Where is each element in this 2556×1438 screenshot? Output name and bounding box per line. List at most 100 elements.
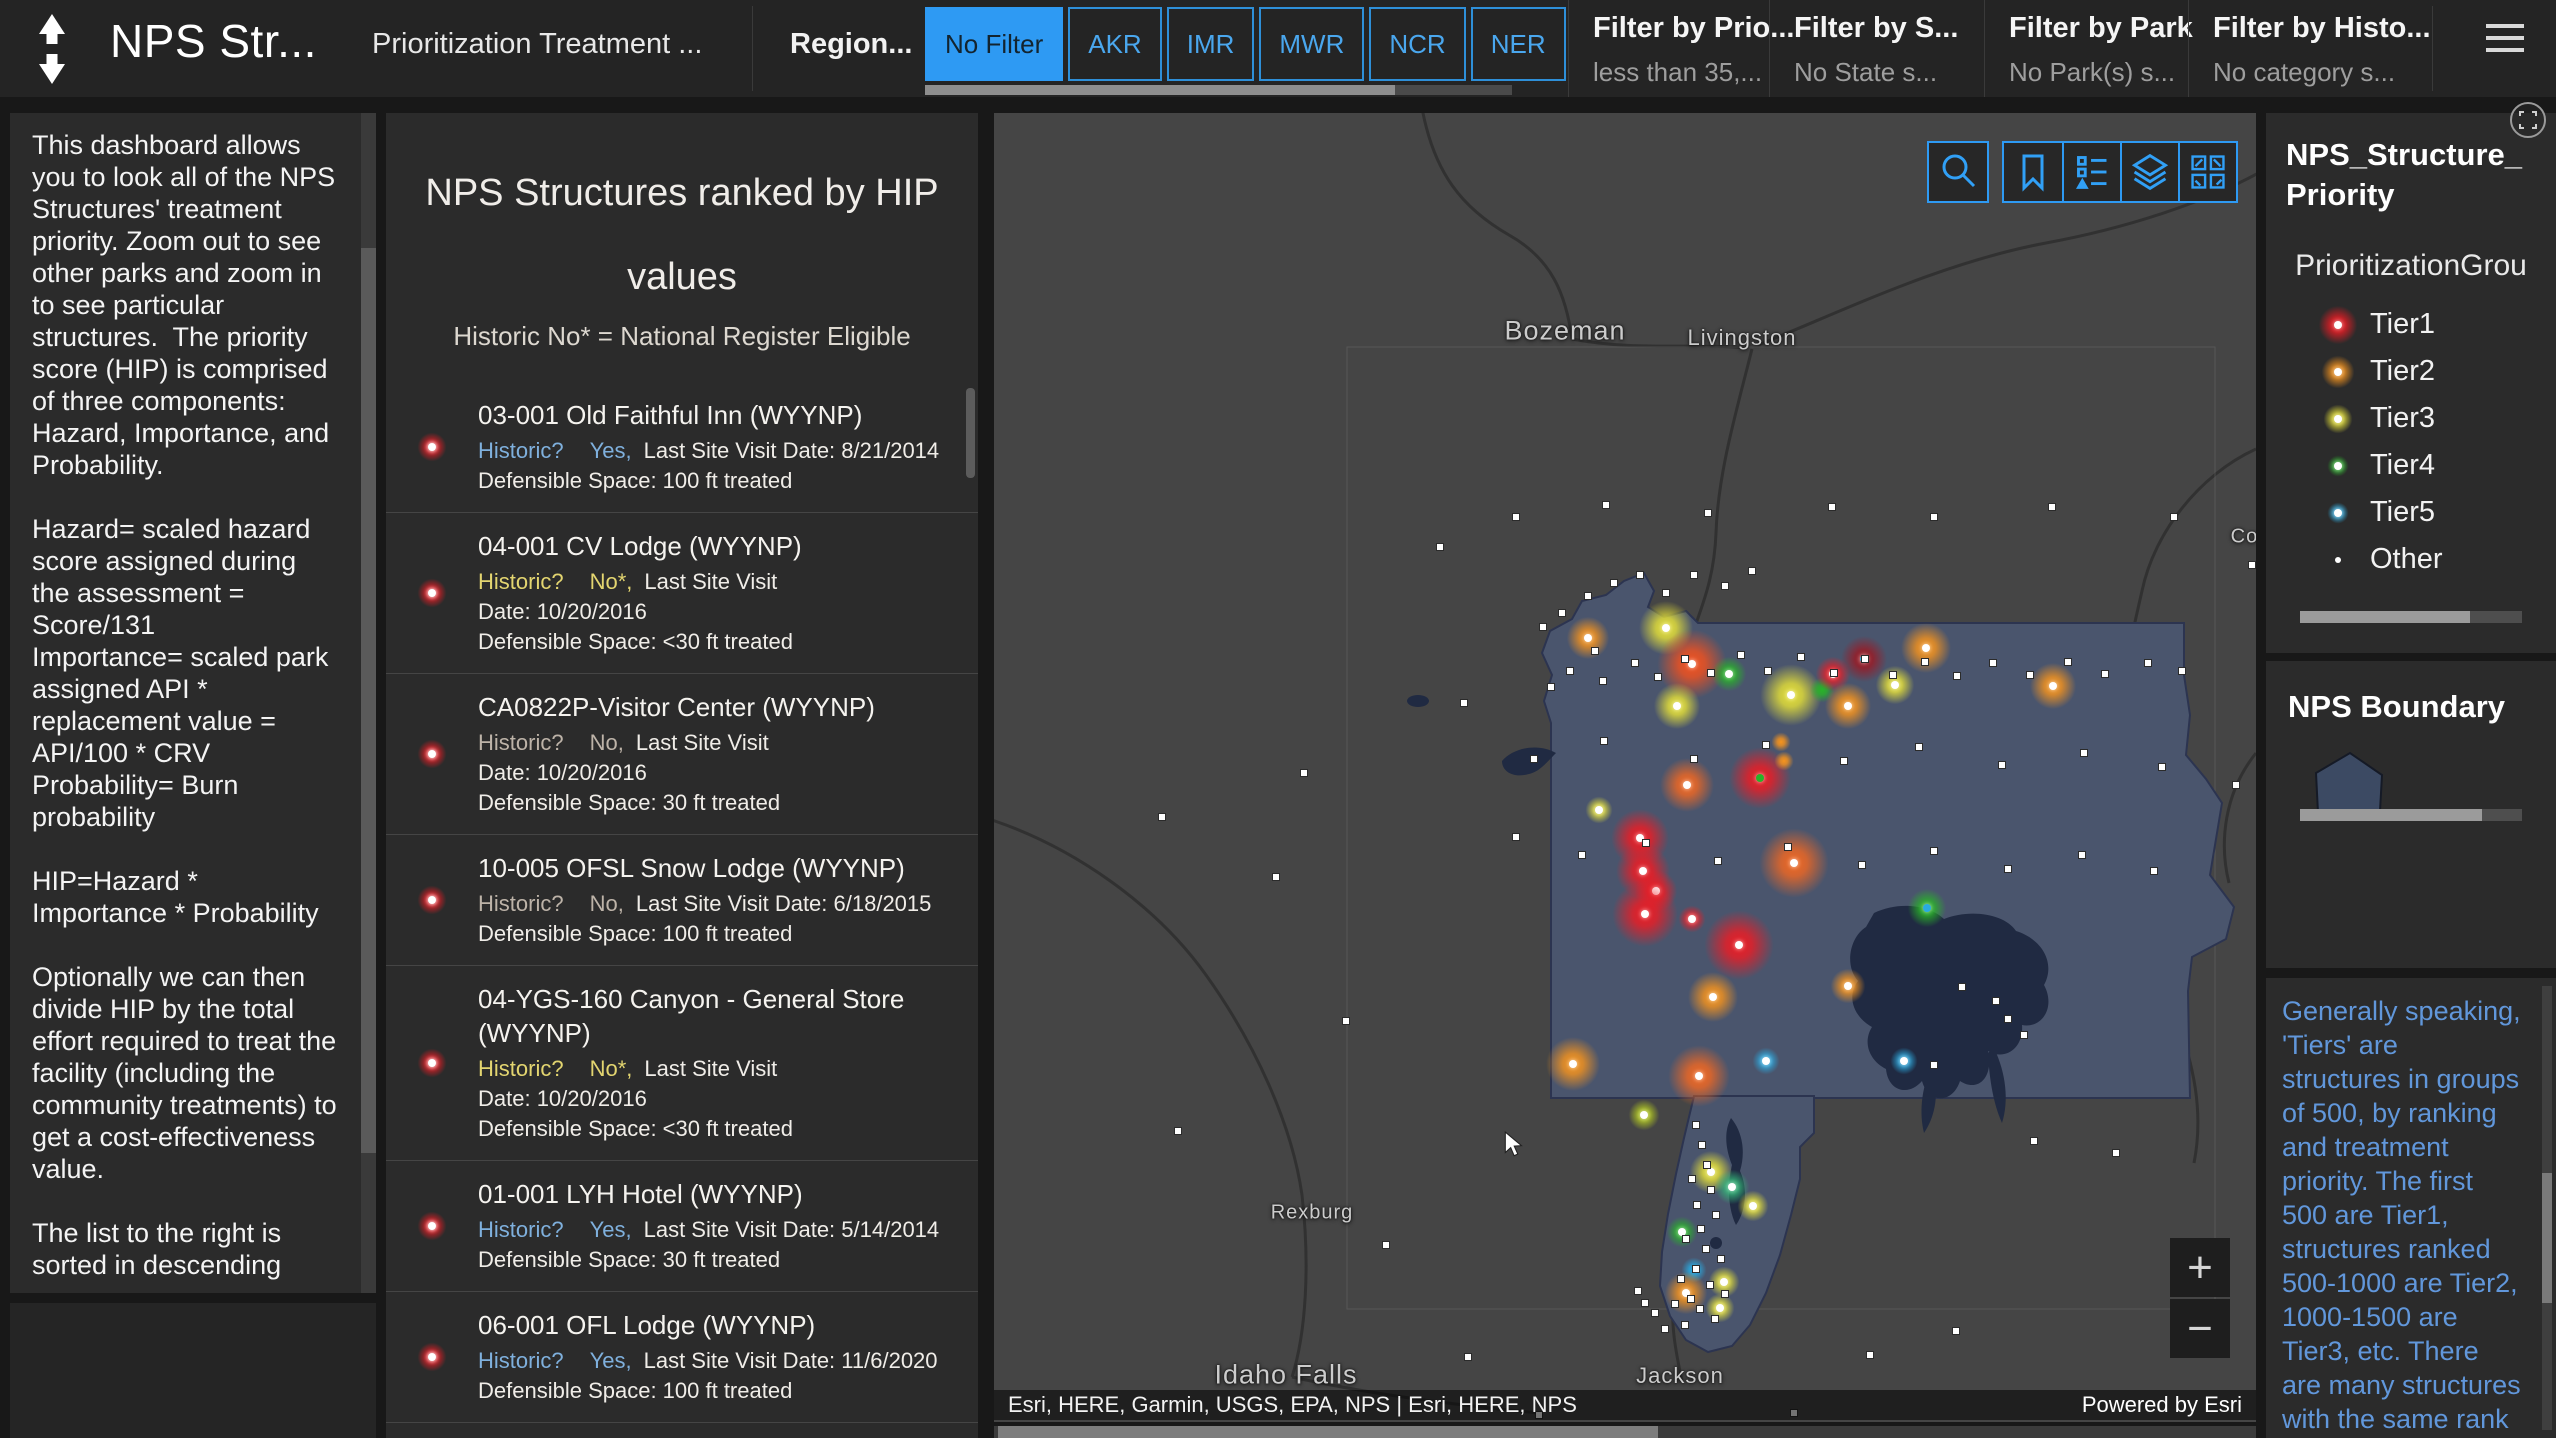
zoom-in-button[interactable]: + <box>2170 1238 2230 1297</box>
region-button-mwr[interactable]: MWR <box>1259 7 1364 81</box>
map-panel[interactable]: BozemanLivingstonRexburgIdaho FallsJacks… <box>994 113 2256 1422</box>
map-structure-point-orange[interactable] <box>1566 616 1610 660</box>
map-structure-point-red[interactable] <box>1678 905 1706 933</box>
map-structure-point-orange[interactable] <box>1545 1036 1601 1092</box>
bookmark-icon <box>2004 143 2062 201</box>
map-structure-point-orange2[interactable] <box>1758 827 1830 899</box>
filter-dropdown-2[interactable]: Filter by ParkNo Park(s) s... <box>1984 0 2188 97</box>
defensible-space: Defensible Space: 100 ft treated <box>478 466 958 496</box>
map-structure-marker <box>1610 579 1618 587</box>
map-structure-marker <box>1762 741 1770 749</box>
map-structure-point-blue[interactable] <box>1752 1047 1780 1075</box>
list-item[interactable]: 04-001 CV Lodge (WYYNP) Historic?No*,Las… <box>386 512 978 673</box>
region-button-ner[interactable]: NER <box>1471 7 1566 81</box>
description-scrollbar[interactable] <box>361 113 376 1293</box>
historic-value: No, <box>590 891 624 916</box>
basemap-button[interactable] <box>2178 143 2236 201</box>
boundary-scrollbar[interactable] <box>2300 809 2522 821</box>
region-scrollbar-thumb[interactable] <box>925 85 1395 95</box>
list-scrollbar-thumb[interactable] <box>966 388 975 478</box>
map-structure-marker <box>2248 561 2256 569</box>
search-button[interactable] <box>1927 141 1989 203</box>
map-scrollbar-thumb[interactable] <box>998 1426 1658 1438</box>
filter-dropdown-3[interactable]: Filter by Histo...No category s... <box>2188 0 2432 97</box>
filter-dropdown-0[interactable]: Filter by Prio...less than 35,... <box>1568 0 1769 97</box>
region-button-imr[interactable]: IMR <box>1167 7 1255 81</box>
structure-title: CA0822P-Visitor Center (WYYNP) <box>478 690 958 724</box>
powered-by-esri: Powered by Esri <box>2082 1392 2242 1418</box>
map-scrollbar[interactable] <box>994 1426 2256 1438</box>
list-item[interactable]: 10-005 OFSL Snow Lodge (WYYNP) Historic?… <box>386 834 978 965</box>
defensible-space: Defensible Space: 100 ft treated <box>478 1376 958 1406</box>
list-item[interactable]: CA0822P-Visitor Center (WYYNP) Historic?… <box>386 673 978 834</box>
map-structure-marker <box>2158 763 2166 771</box>
map-structure-point-green[interactable] <box>1711 656 1747 692</box>
map-structure-marker <box>1866 1351 1874 1359</box>
map-structure-point-orange[interactable] <box>1830 968 1866 1004</box>
map-structure-point-green[interactable] <box>1907 888 1947 928</box>
list-item[interactable]: 03-001 Old Faithful Inn (WYYNP) Historic… <box>386 382 978 512</box>
legend-list-icon <box>2064 143 2120 201</box>
note-scrollbar-thumb[interactable] <box>2542 1173 2552 1303</box>
region-button-akr[interactable]: AKR <box>1068 7 1161 81</box>
filter-label: Filter by Prio... <box>1593 12 1769 45</box>
map-structure-point-yellow[interactable] <box>1705 1293 1735 1323</box>
legend-tier-tier2: Tier2 <box>2266 348 2556 395</box>
map-structure-marker <box>1688 1175 1696 1183</box>
map-structure-point-yellow[interactable] <box>1585 796 1613 824</box>
zoom-out-button[interactable]: − <box>2170 1299 2230 1358</box>
map-structure-marker <box>1690 755 1698 763</box>
map-structure-marker <box>1174 1127 1182 1135</box>
region-button-no-filter[interactable]: No Filter <box>925 7 1063 81</box>
expand-panel-icon[interactable] <box>2508 100 2548 140</box>
map-structure-marker <box>2170 513 2178 521</box>
map-structure-point-orange[interactable] <box>1900 622 1952 674</box>
map-structure-point-yellowgreen[interactable] <box>1628 1099 1660 1131</box>
list-item[interactable]: 03-YGS-102 Old Faithful - Upper Store (W… <box>386 1422 978 1438</box>
drag-handle-icon[interactable] <box>24 10 80 88</box>
legend-scrollbar-thumb[interactable] <box>2300 611 2470 623</box>
map-structure-marker <box>1703 1161 1711 1169</box>
map-structure-point-green[interactable] <box>1666 1216 1698 1248</box>
app-subtitle: Prioritization Treatment ... <box>372 28 702 61</box>
map-structure-marker <box>2004 865 2012 873</box>
map-structure-point-yellow[interactable] <box>1653 682 1701 730</box>
map-structure-point-orange[interactable] <box>1824 682 1872 730</box>
map-structure-marker <box>2020 1031 2028 1039</box>
map-structure-marker <box>1382 1241 1390 1249</box>
legend-button[interactable] <box>2062 143 2120 201</box>
map-structure-point-orange[interactable] <box>1771 732 1791 752</box>
legend-scrollbar[interactable] <box>2300 611 2522 623</box>
boundary-scrollbar-thumb[interactable] <box>2300 809 2482 821</box>
filter-label: Filter by Histo... <box>2213 12 2432 45</box>
filter-label: Filter by S... <box>1794 12 1984 45</box>
nps-boundary-panel: NPS Boundary <box>2266 661 2556 968</box>
tier-dot-icon <box>2306 404 2370 434</box>
map-structure-point-orange2[interactable] <box>1667 1044 1731 1108</box>
list-item[interactable]: 01-001 LYH Hotel (WYYNP) Historic?Yes,La… <box>386 1160 978 1291</box>
filter-dropdown-1[interactable]: Filter by S...No State s... <box>1769 0 1984 97</box>
list-item[interactable]: 04-YGS-160 Canyon - General Store (WYYNP… <box>386 965 978 1160</box>
map-zoom-controls: + − <box>2170 1238 2230 1360</box>
bookmarks-button[interactable] <box>2004 143 2062 201</box>
map-structure-marker <box>1600 737 1608 745</box>
map-structure-point-blue[interactable] <box>1890 1047 1918 1075</box>
map-structure-point-red[interactable] <box>1611 880 1679 948</box>
tier-label: Tier1 <box>2370 308 2435 341</box>
map-structure-point-yellow[interactable] <box>1737 1190 1769 1222</box>
map-structure-point-orange2[interactable] <box>1659 757 1715 813</box>
map-structure-point-orange[interactable] <box>1774 751 1794 771</box>
description-scrollbar-thumb[interactable] <box>361 248 376 1153</box>
region-filter-label: Region... <box>790 28 912 61</box>
hamburger-menu-icon[interactable] <box>2486 24 2526 60</box>
region-scrollbar[interactable] <box>925 85 1512 95</box>
map-structure-point-orange[interactable] <box>1687 971 1739 1023</box>
defensible-space: Defensible Space: 30 ft treated <box>478 788 958 818</box>
region-button-ncr[interactable]: NCR <box>1369 7 1465 81</box>
map-structure-marker <box>1602 501 1610 509</box>
list-item[interactable]: 06-001 OFL Lodge (WYYNP) Historic?Yes,La… <box>386 1291 978 1422</box>
layers-button[interactable] <box>2120 143 2178 201</box>
search-icon <box>1929 143 1987 201</box>
map-structure-point-orange[interactable] <box>2029 662 2077 710</box>
map-structure-marker <box>1764 667 1772 675</box>
